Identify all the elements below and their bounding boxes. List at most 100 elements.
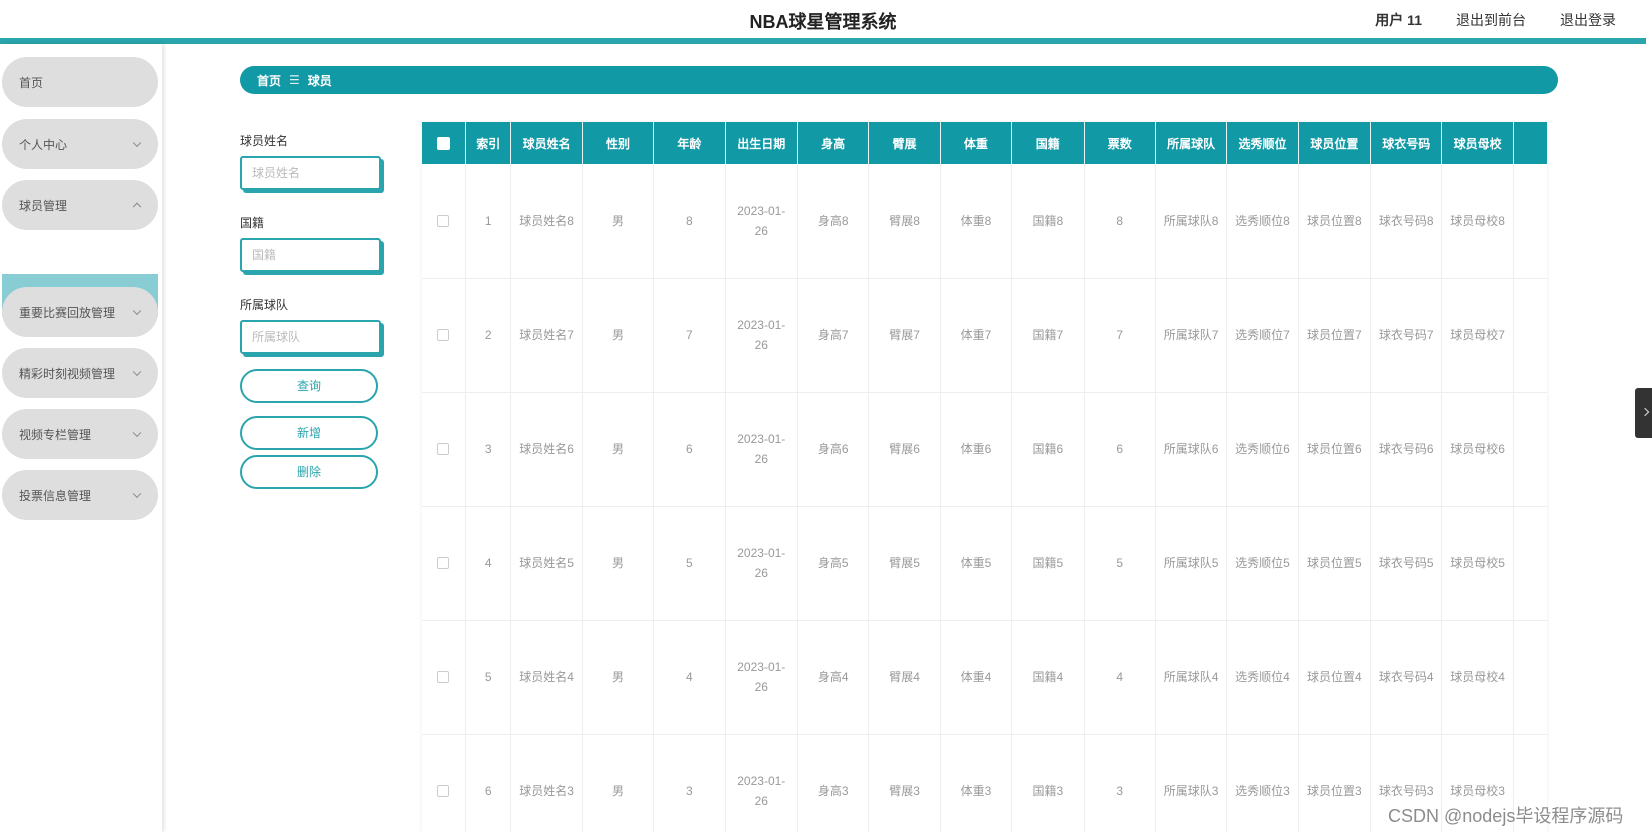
table-cell: 球衣号码5	[1370, 506, 1443, 621]
table-cell: 国籍6	[1011, 392, 1085, 507]
column-header: 体重	[940, 122, 1013, 164]
column-header: 出生日期	[725, 122, 798, 164]
column-header: 索引	[465, 122, 512, 164]
row-checkbox[interactable]	[437, 329, 450, 341]
table-cell: 8	[653, 164, 726, 279]
row-checkbox[interactable]	[437, 785, 450, 797]
table-cell: 体重8	[940, 164, 1013, 279]
sidebar-item-personal-center[interactable]: 个人中心	[2, 119, 158, 169]
table-cell: 臂展3	[868, 734, 941, 832]
row-checkbox[interactable]	[437, 214, 450, 227]
column-header: 所属球队	[1155, 122, 1228, 164]
breadcrumb-home[interactable]: 首页	[257, 72, 281, 89]
table-row[interactable]: 5 球员姓名4 男 4 2023-01-26 身高4 臂展4 体重4 国籍4 4 所属球队4 选秀顺位…	[422, 620, 1547, 735]
table-cell: 男	[582, 506, 655, 621]
table-cell: 球员母校5	[1441, 506, 1514, 621]
sidebar-item-video-column-management[interactable]: 视频专栏管理	[2, 409, 158, 459]
table-cell: 2023-01-26	[725, 164, 798, 279]
player-name-label: 球员姓名	[240, 134, 289, 148]
column-header: 年龄	[653, 122, 726, 164]
table-cell: 所属球队8	[1155, 164, 1228, 279]
select-all-checkbox[interactable]	[436, 136, 450, 150]
sidebar-item-player-management[interactable]: 球员管理	[2, 180, 158, 230]
sidebar-item-label: 个人中心	[19, 137, 68, 152]
row-select-cell[interactable]	[422, 392, 466, 507]
table-cell: 2023-01-26	[725, 620, 798, 735]
delete-button[interactable]: 删除	[240, 455, 378, 489]
row-checkbox[interactable]	[437, 671, 450, 683]
table-row[interactable]: 6 球员姓名3 男 3 2023-01-26 身高3 臂展3 体重3 国籍3 3 所属球队3 选秀顺位…	[422, 734, 1547, 832]
column-header: 国籍	[1011, 122, 1085, 164]
table-cell: 所属球队3	[1155, 734, 1228, 832]
table-cell: 身高3	[797, 734, 870, 832]
row-select-cell[interactable]	[422, 506, 466, 621]
table-cell: 所属球队5	[1155, 506, 1228, 621]
player-name-input[interactable]	[240, 156, 381, 190]
sidebar-item-home[interactable]: 首页	[2, 57, 158, 107]
table-cell: 7	[653, 278, 726, 393]
logout-link[interactable]: 退出登录	[1560, 10, 1616, 30]
table-cell: 球员姓名8	[510, 164, 583, 279]
chevron-down-icon	[132, 367, 142, 377]
table-cell: 体重7	[940, 278, 1013, 393]
select-all-header[interactable]	[422, 122, 466, 164]
table-cell: 选秀顺位7	[1226, 278, 1299, 393]
column-header: 球员母校	[1441, 122, 1514, 164]
sidebar-item-label: 精彩时刻视频管理	[19, 366, 116, 381]
table-cell: 国籍5	[1011, 506, 1085, 621]
row-checkbox[interactable]	[437, 557, 450, 569]
table-cell: 身高4	[797, 620, 870, 735]
side-panel-toggle[interactable]	[1635, 388, 1652, 438]
add-button[interactable]: 新增	[240, 416, 378, 450]
table-cell: 6	[465, 734, 512, 832]
table-cell: 球衣号码7	[1370, 278, 1443, 393]
chevron-down-icon	[132, 428, 142, 438]
table-cell: 球员姓名3	[510, 734, 583, 832]
table-cell: 球衣号码4	[1370, 620, 1443, 735]
table-cell: 2023-01-26	[725, 392, 798, 507]
table-cell: 所属球队4	[1155, 620, 1228, 735]
player-photo-cell	[1513, 620, 1547, 735]
table-cell: 6	[1084, 392, 1156, 507]
sidebar-item-vote-management[interactable]: 投票信息管理	[2, 470, 158, 520]
menu-icon: ☰	[289, 73, 300, 87]
table-cell: 身高6	[797, 392, 870, 507]
sidebar-item-replay-management[interactable]: 重要比赛回放管理	[2, 287, 158, 337]
column-header: 球	[1513, 122, 1547, 164]
row-select-cell[interactable]	[422, 278, 466, 393]
table-cell: 臂展5	[868, 506, 941, 621]
row-select-cell[interactable]	[422, 734, 466, 832]
query-button[interactable]: 查询	[240, 369, 378, 403]
player-photo-cell	[1513, 278, 1547, 393]
table-row[interactable]: 4 球员姓名5 男 5 2023-01-26 身高5 臂展5 体重5 国籍5 5 所属球队5 选秀顺位…	[422, 506, 1547, 621]
table-cell: 臂展8	[868, 164, 941, 279]
row-select-cell[interactable]	[422, 620, 466, 735]
table-cell: 3	[465, 392, 512, 507]
table-cell: 5	[653, 506, 726, 621]
table-cell: 男	[582, 734, 655, 832]
table-cell: 7	[1084, 278, 1156, 393]
front-link[interactable]: 退出到前台	[1456, 10, 1526, 30]
row-checkbox[interactable]	[437, 443, 450, 455]
table-cell: 球员姓名4	[510, 620, 583, 735]
team-input[interactable]	[240, 320, 381, 354]
table-cell: 身高7	[797, 278, 870, 393]
watermark: CSDN @nodejs毕设程序源码	[1388, 806, 1624, 826]
table-cell: 球衣号码6	[1370, 392, 1443, 507]
table-cell: 男	[582, 278, 655, 393]
table-row[interactable]: 1 球员姓名8 男 8 2023-01-26 身高8 臂展8 体重8 国籍8 8 所属球队8 选秀顺位…	[422, 164, 1547, 279]
nationality-input[interactable]	[240, 238, 381, 272]
table-cell: 所属球队6	[1155, 392, 1228, 507]
table-row[interactable]: 2 球员姓名7 男 7 2023-01-26 身高7 臂展7 体重7 国籍7 7 所属球队7 选秀顺位…	[422, 278, 1547, 393]
table-row[interactable]: 3 球员姓名6 男 6 2023-01-26 身高6 臂展6 体重6 国籍6 6 所属球队6 选秀顺位…	[422, 392, 1547, 507]
row-select-cell[interactable]	[422, 164, 466, 279]
sidebar-item-highlights-management[interactable]: 精彩时刻视频管理	[2, 348, 158, 398]
header-divider	[0, 38, 1646, 44]
table-cell: 臂展7	[868, 278, 941, 393]
table-cell: 所属球队7	[1155, 278, 1228, 393]
chevron-down-icon	[132, 489, 142, 499]
nationality-label: 国籍	[240, 216, 265, 230]
player-photo-cell	[1513, 506, 1547, 621]
table-cell: 选秀顺位6	[1226, 392, 1299, 507]
table-cell: 臂展6	[868, 392, 941, 507]
